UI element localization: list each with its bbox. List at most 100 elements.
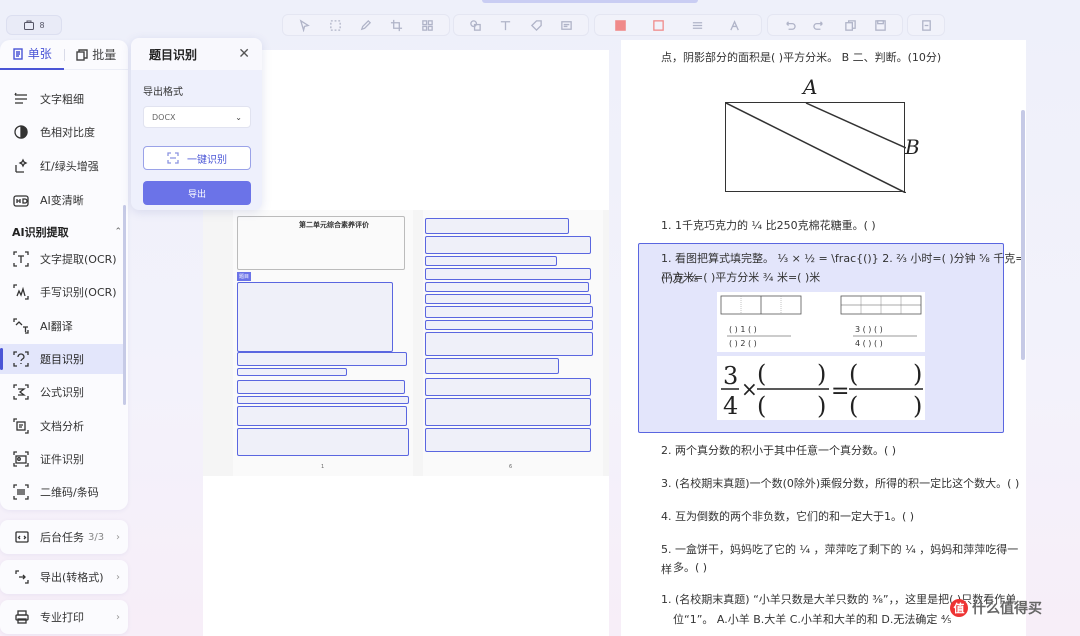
card-label: 后台任务 [40, 531, 84, 544]
scan-box-q2[interactable] [237, 352, 407, 366]
export-button[interactable]: 导出 [143, 181, 251, 205]
svg-text:(: ( [757, 392, 766, 420]
sidebar-item-id-card[interactable]: 证件识别 [0, 444, 124, 474]
scan-box-q1[interactable] [237, 282, 393, 352]
sidebar-item-label: 文档分析 [40, 420, 84, 433]
scan-box-r4[interactable] [425, 268, 591, 280]
scan-box-r3[interactable] [425, 256, 557, 266]
section-ai-recognition[interactable]: AI识别提取 ⌃ [12, 224, 122, 240]
hd-icon [13, 195, 29, 207]
chevron-up-icon[interactable]: ⌃ [114, 227, 122, 237]
sidebar-scrollbar[interactable] [123, 205, 126, 405]
undo-icon[interactable] [781, 17, 797, 33]
shape-icon[interactable] [467, 17, 483, 33]
watermark: 值 什么值得买 [950, 598, 1042, 618]
sidebar-item-enhance[interactable]: 红/绿头增强 [0, 151, 124, 181]
fill-red-icon[interactable] [612, 17, 628, 33]
copy-icon[interactable] [842, 17, 858, 33]
card-label: 导出(转格式) [40, 571, 104, 584]
scan-box-q4[interactable] [237, 380, 405, 394]
batch-pages-icon [76, 48, 88, 61]
scan-box-r8[interactable] [425, 320, 593, 330]
scan-box-q6[interactable] [237, 406, 407, 426]
question-scan-icon [13, 351, 29, 367]
scan-box-r2[interactable] [425, 236, 591, 254]
sidebar-item-doc-analysis[interactable]: 文档分析 [0, 411, 124, 441]
scan-header-table [237, 216, 405, 270]
sparkle-icon [15, 158, 28, 173]
text-icon[interactable] [498, 17, 514, 33]
translate-icon [13, 318, 29, 334]
format-select-value: DOCX [152, 112, 176, 122]
tag-icon[interactable] [528, 17, 544, 33]
panel-title: 题目识别 [149, 47, 198, 62]
stroke-red-icon[interactable] [651, 17, 667, 33]
svg-text:(: ( [757, 360, 766, 388]
scan-box-r7[interactable] [425, 306, 593, 318]
chevron-right-icon: › [116, 571, 120, 583]
sidebar-item-ocr[interactable]: 文字提取(OCR) [0, 244, 124, 274]
rectangle-figure [725, 102, 906, 193]
export-icon[interactable] [918, 17, 934, 33]
svg-text:4: 4 [723, 392, 738, 420]
one-click-recognize-button[interactable]: 一键识别 [143, 146, 251, 170]
scan-box-r6[interactable] [425, 294, 591, 304]
scan-box-r5[interactable] [425, 282, 589, 292]
format-label: 导出格式 [143, 87, 183, 98]
save-icon[interactable] [873, 17, 889, 33]
sidebar-item-question-recognition[interactable]: 题目识别 [0, 344, 124, 374]
pen-icon[interactable] [358, 17, 374, 33]
doc-analysis-icon [13, 418, 29, 434]
tool-group-style [594, 14, 762, 36]
app-menu-button[interactable]: 8 [6, 15, 62, 35]
formula-icon [13, 384, 29, 400]
qrcode-icon [13, 484, 29, 500]
select-icon[interactable] [327, 17, 343, 33]
recognize-label: 一键识别 [187, 154, 227, 166]
print-card[interactable]: 专业打印 › [0, 600, 128, 634]
tab-batch-label: 批量 [92, 48, 117, 62]
card-label: 专业打印 [40, 611, 84, 624]
format-select[interactable]: DOCX ⌄ [143, 106, 251, 128]
note-icon[interactable] [559, 17, 575, 33]
sidebar-item-handwriting[interactable]: 手写识别(OCR) [0, 277, 124, 307]
cursor-icon[interactable] [296, 17, 312, 33]
sidebar-item-label: AI变清晰 [40, 194, 84, 207]
sidebar-item-text-weight[interactable]: 文字粗细 [0, 84, 124, 114]
sidebar-item-contrast[interactable]: 色相对比度 [0, 117, 124, 147]
scan-box-q7[interactable] [237, 428, 409, 456]
redo-icon[interactable] [812, 17, 828, 33]
tab-batch[interactable]: 批量 [65, 40, 129, 70]
sidebar-item-formula[interactable]: 公式识别 [0, 377, 124, 407]
tab-single[interactable]: 单张 [0, 40, 64, 70]
sidebar-item-translate[interactable]: AI翻译 [0, 311, 124, 341]
question-text-3: 2. 两个真分数的积小于其中任意一个真分数。( ) [661, 444, 897, 457]
sidebar-item-label: 题目识别 [40, 353, 84, 366]
svg-text:3: 3 [723, 362, 738, 390]
line-width-icon[interactable] [689, 17, 705, 33]
sidebar-item-ai-hd[interactable]: AI变清晰 [0, 185, 124, 215]
sidebar-item-label: 文字提取(OCR) [40, 253, 117, 266]
close-icon[interactable]: ✕ [238, 46, 250, 62]
export-format-card[interactable]: 导出(转格式) › [0, 560, 128, 594]
sidebar-item-label: 证件识别 [40, 453, 84, 466]
sidebar-item-qrcode[interactable]: 二维码/条码 [0, 477, 124, 507]
figure-diagonals [726, 103, 906, 193]
scan-box-r12[interactable] [425, 398, 591, 426]
question-recognition-panel: 题目识别 ✕ 导出格式 DOCX ⌄ 一键识别 导出 [131, 38, 262, 210]
scan-box-r10[interactable] [425, 358, 559, 374]
scan-box-r9[interactable] [425, 332, 593, 356]
sidebar-item-label: AI翻译 [40, 320, 73, 333]
sidebar-item-label: 色相对比度 [40, 126, 95, 139]
mosaic-icon[interactable] [420, 17, 436, 33]
crop-icon[interactable] [389, 17, 405, 33]
scan-box-r11[interactable] [425, 378, 591, 396]
background-tasks-card[interactable]: 后台任务 3/3 › [0, 520, 128, 554]
scan-box-r1[interactable] [425, 218, 569, 234]
scan-box-q5[interactable] [237, 396, 409, 404]
document-scrollbar[interactable] [1021, 110, 1025, 360]
svg-text:(: ( [849, 392, 858, 420]
scan-box-q3[interactable] [237, 368, 347, 376]
scan-box-r13[interactable] [425, 428, 591, 452]
font-size-icon[interactable] [728, 17, 744, 33]
